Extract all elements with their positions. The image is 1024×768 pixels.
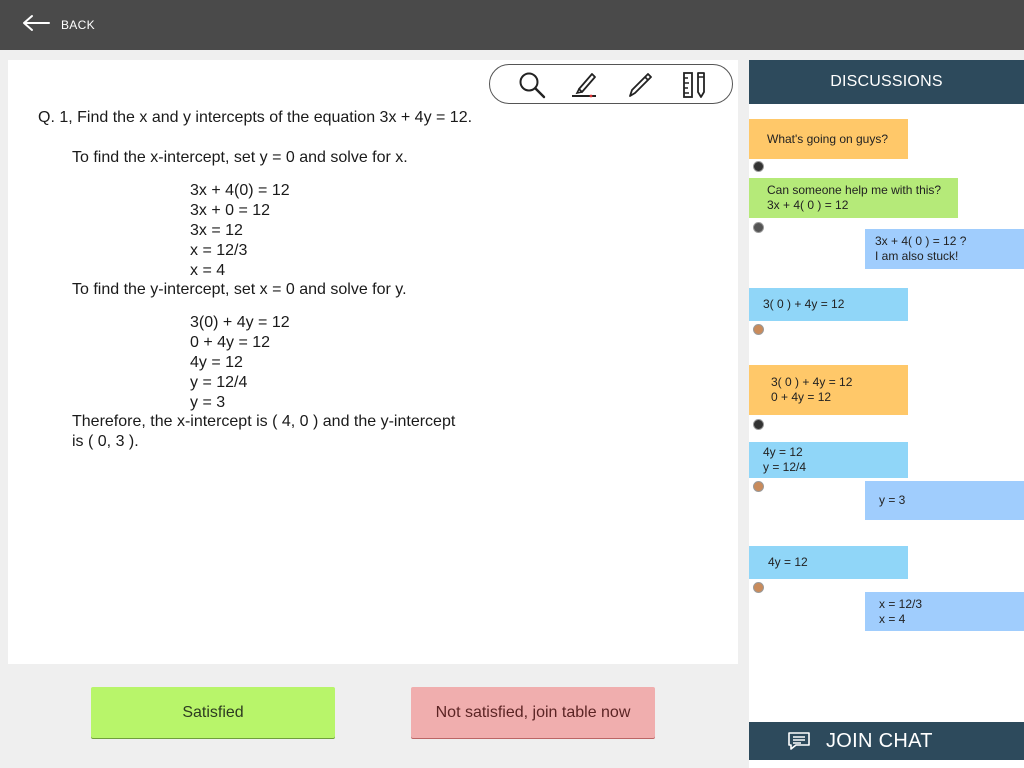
chat-message-line: 0 + 4y = 12 bbox=[771, 390, 832, 404]
conclusion-line: Therefore, the x-intercept is ( 4, 0 ) a… bbox=[72, 413, 456, 430]
back-button[interactable]: BACK bbox=[22, 14, 95, 36]
y-step: 4y = 12 bbox=[190, 354, 243, 371]
chat-message: 4y = 12 y = 12/4 bbox=[749, 442, 908, 478]
chat-message: x = 12/3 x = 4 bbox=[865, 592, 1024, 631]
x-step: 3x = 12 bbox=[190, 222, 243, 239]
chat-message-line: 3( 0 ) + 4y = 12 bbox=[771, 375, 853, 389]
ruler-icon[interactable] bbox=[680, 70, 710, 100]
chat-message-line: 3x + 4( 0 ) = 12 ? bbox=[875, 234, 967, 248]
join-chat-button[interactable]: JOIN CHAT bbox=[749, 722, 1024, 760]
pen-icon[interactable] bbox=[625, 70, 655, 100]
chat-message: What's going on guys? bbox=[749, 119, 908, 159]
chat-message-line: 4y = 12 bbox=[768, 555, 808, 569]
discussions-panel: DISCUSSIONS What's going on guys? Can so… bbox=[749, 60, 1024, 768]
satisfied-button[interactable]: Satisfied bbox=[91, 687, 335, 738]
chat-message: 3x + 4( 0 ) = 12 ? I am also stuck! bbox=[865, 229, 1024, 269]
chat-message: Can someone help me with this? 3x + 4( 0 … bbox=[749, 178, 958, 218]
chat-message-line: 3( 0 ) + 4y = 12 bbox=[763, 297, 845, 311]
search-icon[interactable] bbox=[517, 70, 547, 100]
user-avatar bbox=[753, 419, 764, 430]
y-step: y = 3 bbox=[190, 394, 226, 411]
user-avatar bbox=[753, 161, 764, 172]
y-step: 3(0) + 4y = 12 bbox=[190, 314, 290, 331]
x-step: x = 12/3 bbox=[190, 242, 248, 259]
tool-palette bbox=[489, 64, 733, 104]
arrow-left-icon bbox=[22, 14, 50, 37]
x-intercept-intro: To find the x-intercept, set y = 0 and s… bbox=[72, 149, 408, 166]
question-title: Q. 1, Find the x and y intercepts of the… bbox=[38, 109, 473, 126]
chat-message: 3( 0 ) + 4y = 12 0 + 4y = 12 bbox=[749, 365, 908, 415]
chat-message: y = 3 bbox=[865, 481, 1024, 520]
chat-message-line: 3x + 4( 0 ) = 12 bbox=[767, 198, 849, 212]
y-intercept-intro: To find the y-intercept, set x = 0 and s… bbox=[72, 281, 407, 298]
chat-message: 3( 0 ) + 4y = 12 bbox=[749, 288, 908, 321]
y-step: y = 12/4 bbox=[190, 374, 248, 391]
highlighter-icon[interactable] bbox=[569, 70, 599, 100]
user-avatar bbox=[753, 324, 764, 335]
y-step: 0 + 4y = 12 bbox=[190, 334, 271, 351]
back-label: BACK bbox=[61, 18, 95, 32]
chat-message-line: y = 3 bbox=[879, 493, 906, 507]
user-avatar bbox=[753, 481, 764, 492]
chat-message-line: What's going on guys? bbox=[767, 131, 889, 146]
top-bar: BACK bbox=[0, 0, 1024, 50]
chat-message-line: 4y = 12 bbox=[763, 445, 803, 459]
question-panel: Q. 1, Find the x and y intercepts of the… bbox=[8, 60, 738, 664]
conclusion-line: is ( 0, 3 ). bbox=[72, 433, 139, 450]
x-step: 3x + 4(0) = 12 bbox=[190, 182, 290, 199]
chat-message-line: x = 4 bbox=[879, 611, 906, 626]
x-step: x = 4 bbox=[190, 262, 226, 279]
chat-message-line: I am also stuck! bbox=[875, 249, 959, 263]
chat-message-line: x = 12/3 bbox=[879, 596, 923, 611]
chat-message-line: Can someone help me with this? bbox=[767, 183, 942, 197]
user-avatar bbox=[753, 222, 764, 233]
join-chat-label: JOIN CHAT bbox=[826, 730, 933, 752]
discussions-header: DISCUSSIONS bbox=[749, 60, 1024, 104]
chat-message-line: y = 12/4 bbox=[763, 460, 807, 474]
x-step: 3x + 0 = 12 bbox=[190, 202, 271, 219]
chat-message: 4y = 12 bbox=[749, 546, 908, 579]
user-avatar bbox=[753, 582, 764, 593]
not-satisfied-button[interactable]: Not satisfied, join table now bbox=[411, 687, 655, 738]
